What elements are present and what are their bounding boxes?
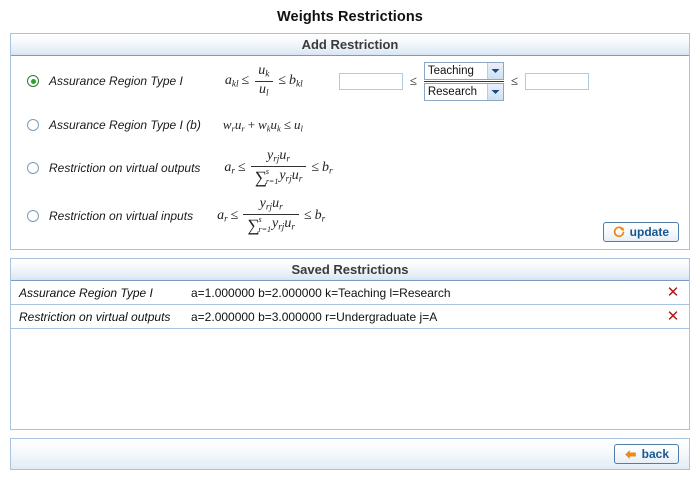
formula-restriction-virtual-outputs: ar ≤ yrjur ∑ s r=1 yrjur ≤ br [224,148,333,188]
back-button-label: back [641,447,669,461]
option-label-restriction-virtual-inputs: Restriction on virtual inputs [49,209,194,223]
formula-restriction-virtual-inputs: ar ≤ yrjur ∑ s r=1 yrjur ≤ br [217,196,326,236]
radio-assurance-region-type-1b[interactable] [27,119,39,131]
le-sign-left: ≤ [409,73,417,88]
saved-restriction-params: a=1.000000 b=2.000000 k=Teaching l=Resea… [191,285,451,300]
chevron-down-icon[interactable] [486,62,503,79]
chevron-down-icon[interactable] [486,83,503,100]
back-button[interactable]: back [613,444,679,464]
table-row[interactable]: Assurance Region Type I a=1.000000 b=2.0… [11,281,689,305]
add-restriction-header: Add Restriction [11,34,689,56]
add-restriction-panel: Add Restriction Assurance Region Type I … [10,33,690,250]
page-title: Weights Restrictions [277,9,423,25]
option-label-assurance-region-type-1: Assurance Region Type I [49,74,183,88]
refresh-icon [613,226,625,238]
saved-restriction-type: Assurance Region Type I [19,285,153,300]
table-row[interactable]: Restriction on virtual outputs a=2.00000… [11,305,689,329]
lower-bound-input[interactable] [338,72,403,90]
footer-body: back [11,439,689,469]
denominator-select[interactable]: Research [423,82,504,101]
delete-icon[interactable]: ✕ [665,309,681,324]
radio-restriction-virtual-inputs[interactable] [27,210,39,222]
saved-restriction-type: Restriction on virtual outputs [19,309,171,324]
update-button-row: update [11,222,689,249]
saved-restrictions-body: Assurance Region Type I a=1.000000 b=2.0… [11,281,689,429]
saved-restrictions-header: Saved Restrictions [11,259,689,281]
option-label-restriction-virtual-outputs: Restriction on virtual outputs [49,161,201,175]
radio-restriction-virtual-outputs[interactable] [27,162,39,174]
formula-assurance-region-type-1: akl ≤ uk ul ≤ bkl [224,63,303,98]
upper-bound-input[interactable] [525,72,589,90]
numerator-select[interactable]: Teaching [423,61,504,80]
option-row-assurance-region-type-1[interactable]: Assurance Region Type I akl ≤ uk ul ≤ bk… [11,56,689,106]
formula-assurance-region-type-1b: wrur + wkuk ≤ ul [222,116,303,134]
ratio-select-stack: Teaching Research [423,61,504,101]
arrow-left-icon [624,449,637,460]
denominator-select-value: Research [427,85,478,98]
option-row-assurance-region-type-1b[interactable]: Assurance Region Type I (b) wrur + wkuk … [11,106,689,144]
le-sign-right: ≤ [510,73,518,88]
footer-panel: back [10,438,690,470]
numerator-select-value: Teaching [427,64,474,77]
saved-restriction-params: a=2.000000 b=3.000000 r=Undergraduate j=… [191,309,438,324]
option-label-assurance-region-type-1b: Assurance Region Type I (b) [49,118,201,132]
fraction-bar [423,80,504,82]
saved-restrictions-panel: Saved Restrictions Assurance Region Type… [10,258,690,430]
update-button[interactable]: update [602,222,679,242]
update-button-label: update [629,225,669,239]
assurance-region-controls: ≤ Teaching Research ≤ [338,61,685,101]
add-restriction-body: Assurance Region Type I akl ≤ uk ul ≤ bk… [11,56,689,249]
radio-assurance-region-type-1[interactable] [27,75,39,87]
delete-icon[interactable]: ✕ [665,285,681,300]
option-row-restriction-virtual-outputs[interactable]: Restriction on virtual outputs ar ≤ yrju… [11,144,689,192]
